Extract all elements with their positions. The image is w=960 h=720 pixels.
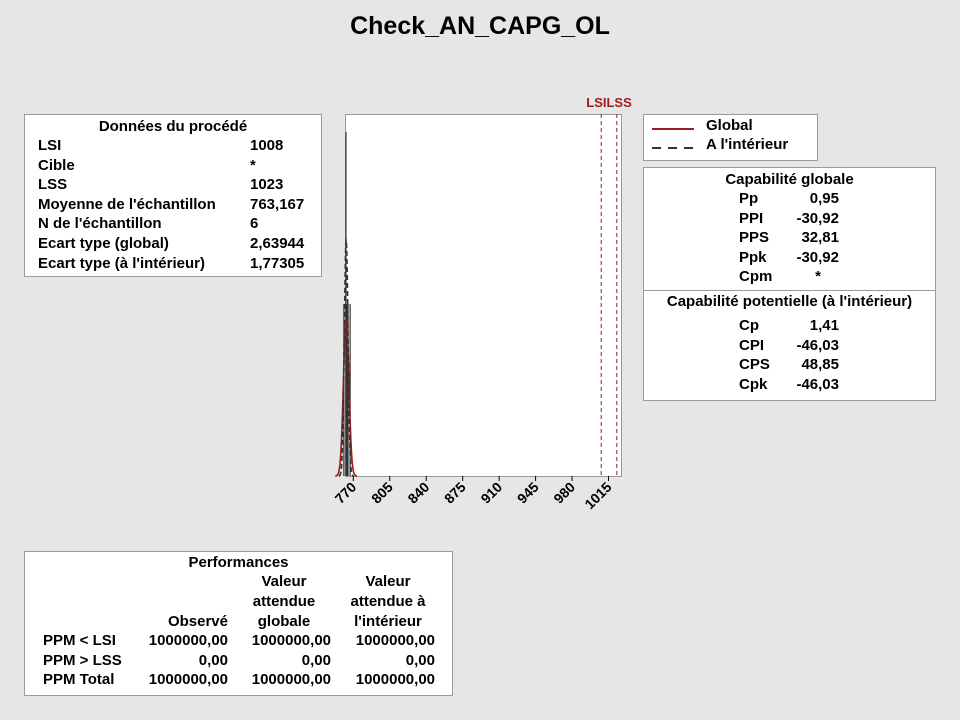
legend-within-label: A l'intérieur — [706, 136, 789, 153]
x-tick-label: 910 — [477, 479, 505, 507]
perf-row-label: PPM > LSS — [43, 651, 122, 669]
x-tick-label: 840 — [404, 479, 432, 507]
perf-cell: 1000000,00 — [148, 671, 228, 688]
perf-cell: 1000000,00 — [251, 671, 331, 688]
global-capability-header: Capabilité globale — [725, 171, 854, 188]
legend-global-label: Global — [706, 117, 753, 134]
histogram-bar — [345, 132, 347, 476]
perf-column-header: Observé — [167, 613, 228, 630]
performance-panel: Performances Observé Valeur attendue global… — [24, 551, 453, 696]
capability-value: -46,03 — [796, 336, 839, 354]
capability-value: -30,92 — [796, 209, 839, 227]
legend: Global A l'intérieur — [643, 114, 818, 161]
perf-column-header: Valeur — [261, 573, 307, 590]
perf-cell: 0,00 — [301, 651, 331, 669]
capability-value: 48,85 — [801, 356, 839, 374]
perf-row-label: PPM Total — [43, 671, 115, 688]
capability-label: Cp — [739, 317, 759, 334]
capability-label: Cpm — [739, 268, 773, 286]
perf-cell: 0,00 — [198, 651, 228, 669]
capability-label: Pp — [739, 190, 759, 207]
capability-label: PPS — [739, 229, 770, 247]
x-tick-label: 875 — [441, 479, 469, 507]
perf-row-label: PPM < LSI — [43, 632, 116, 649]
x-tick-label: 945 — [514, 479, 542, 507]
perf-column-header: globale — [257, 613, 311, 630]
perf-cell: 1000000,00 — [355, 671, 435, 688]
x-tick-label: 1015 — [581, 479, 614, 512]
capability-label: Cpk — [739, 375, 768, 393]
capability-value: 32,81 — [801, 229, 839, 247]
x-tick-label: 770 — [332, 479, 360, 507]
perf-column-header: attendue — [252, 593, 316, 610]
perf-cell: 1000000,00 — [355, 632, 435, 649]
capability-value: -30,92 — [796, 248, 839, 266]
x-tick-label: 980 — [550, 479, 578, 507]
capability-label: PPI — [739, 209, 764, 227]
spec-limit-label: LSILSS — [586, 95, 632, 110]
capability-value: * — [815, 268, 821, 286]
capability-value: -46,03 — [796, 375, 839, 393]
legend-swatches — [652, 128, 694, 149]
capability-label: CPI — [739, 336, 765, 354]
capability-label: CPS — [739, 356, 770, 374]
perf-column-header: attendue à — [350, 593, 426, 610]
capability-panel: Capabilité globale Pp 0,95 PPI -30,92 PPS 32,… — [643, 167, 936, 401]
capability-divider — [644, 290, 935, 291]
perf-column-header: Valeur — [365, 573, 411, 590]
perf-cell: 1000000,00 — [251, 632, 331, 649]
capability-value: 1,41 — [809, 317, 839, 334]
capability-value: 0,95 — [809, 190, 839, 207]
perf-column-header: l'intérieur — [354, 613, 422, 630]
x-tick-label: 805 — [368, 479, 396, 507]
potential-capability-header: Capabilité potentielle (à l'intérieur) — [666, 293, 913, 310]
perf-cell: 1000000,00 — [148, 632, 228, 649]
perf-cell: 0,00 — [405, 651, 435, 669]
capability-label: Ppk — [739, 248, 767, 266]
performance-header: Performances — [188, 554, 289, 571]
